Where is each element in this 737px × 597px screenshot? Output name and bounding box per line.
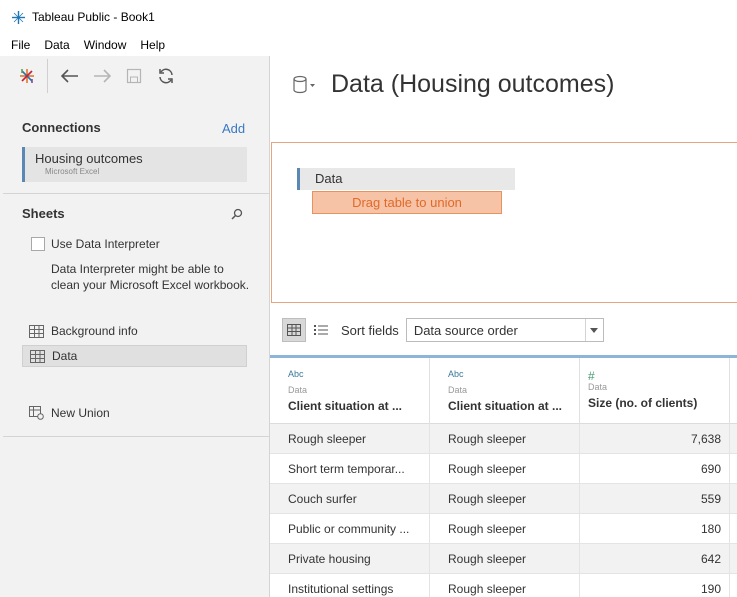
column-header[interactable]: Abc Data Client situation at ... (270, 358, 430, 424)
table-icon (30, 349, 45, 363)
sheet-label: Background info (51, 324, 138, 338)
table-row: Public or community ... Rough sleeper 18… (270, 514, 737, 544)
join-canvas[interactable]: Data Drag table to union (271, 142, 737, 303)
data-grid: Abc Data Client situation at ... Abc Dat… (270, 355, 737, 597)
table-cell: Rough sleeper (270, 424, 430, 454)
grid-header: Abc Data Client situation at ... Abc Dat… (270, 358, 737, 424)
table-row: Couch surfer Rough sleeper 559 (270, 484, 737, 514)
table-cell: Short term temporar... (270, 454, 430, 484)
table-cell: 690 (580, 454, 730, 484)
column-name: Size (no. of clients) (588, 396, 698, 410)
table-cell: Rough sleeper (430, 514, 580, 544)
sort-fields-select[interactable]: Data source order (405, 318, 604, 342)
table-row: Institutional settings Rough sleeper 190 (270, 574, 737, 597)
string-type-icon[interactable]: Abc (288, 369, 429, 381)
window-title: Tableau Public - Book1 (32, 10, 155, 24)
table-row: Private housing Rough sleeper 642 (270, 544, 737, 574)
table-cell: 190 (580, 574, 730, 597)
union-icon (29, 406, 44, 420)
new-union-item[interactable]: New Union (22, 402, 247, 424)
toolbar (0, 56, 269, 96)
data-source-dropdown-icon[interactable] (292, 75, 318, 95)
use-data-interpreter[interactable]: Use Data Interpreter (31, 237, 160, 251)
column-name: Client situation at ... (288, 399, 403, 413)
table-cell: 559 (580, 484, 730, 514)
table-cell: Rough sleeper (430, 424, 580, 454)
use-data-interpreter-label: Use Data Interpreter (51, 237, 160, 251)
table-cell: Public or community ... (270, 514, 430, 544)
right-pane: Data (Housing outcomes) Data Drag table … (270, 56, 737, 597)
sort-fields-label: Sort fields (341, 322, 399, 338)
table-cell: 7,638 (580, 424, 730, 454)
connection-housing-outcomes[interactable]: Housing outcomes Microsoft Excel (22, 147, 247, 182)
menu-file[interactable]: File (11, 38, 30, 52)
table-icon (29, 324, 44, 338)
menu-help[interactable]: Help (140, 38, 165, 52)
sheets-title: Sheets (22, 206, 65, 221)
column-source: Data (588, 382, 608, 392)
table-cell: 642 (580, 544, 730, 574)
table-cell: Private housing (270, 544, 430, 574)
canvas-table-data[interactable]: Data (297, 168, 515, 190)
refresh-icon[interactable] (150, 60, 182, 92)
search-icon[interactable] (230, 207, 244, 221)
table-cell: Rough sleeper (430, 454, 580, 484)
menu-data[interactable]: Data (44, 38, 69, 52)
divider (3, 436, 269, 437)
menu-window[interactable]: Window (84, 38, 127, 52)
sheet-label: Data (52, 349, 78, 363)
string-type-icon[interactable]: Abc (448, 369, 579, 381)
save-icon[interactable] (118, 60, 150, 92)
sheet-item-background-info[interactable]: Background info (22, 320, 247, 342)
grid-toolbar: Sort fields Data source order (270, 314, 737, 346)
connection-type: Microsoft Excel (45, 167, 100, 176)
number-type-icon[interactable]: # (588, 369, 729, 383)
page-title: Data (Housing outcomes) (331, 70, 615, 98)
tableau-logo-icon (11, 10, 26, 25)
column-source: Data (448, 385, 468, 395)
table-cell: Rough sleeper (430, 544, 580, 574)
interpreter-description: Data Interpreter might be able to clean … (51, 262, 250, 292)
toolbar-separator (47, 59, 48, 93)
connection-name: Housing outcomes (35, 151, 143, 166)
connections-title: Connections (22, 120, 101, 135)
title-bar: Tableau Public - Book1 (0, 0, 737, 34)
table-cell: Institutional settings (270, 574, 430, 597)
column-name: Client situation at ... (448, 399, 563, 413)
add-connection-link[interactable]: Add (222, 121, 245, 136)
table-row: Short term temporar... Rough sleeper 690 (270, 454, 737, 484)
grid-view-icon[interactable] (282, 318, 306, 342)
column-source: Data (288, 385, 308, 395)
table-cell: Rough sleeper (430, 574, 580, 597)
use-data-interpreter-checkbox[interactable] (31, 237, 45, 251)
union-drop-target[interactable]: Drag table to union (312, 191, 502, 214)
forward-arrow-icon[interactable] (86, 60, 118, 92)
sheet-item-data[interactable]: Data (22, 345, 247, 367)
sort-fields-value: Data source order (413, 322, 518, 338)
column-header[interactable]: Abc Data Client situation at ... (430, 358, 580, 424)
column-header[interactable]: # Data Size (no. of clients) (580, 358, 730, 424)
table-cell: Rough sleeper (430, 484, 580, 514)
table-cell: 180 (580, 514, 730, 544)
tableau-home-icon[interactable] (11, 60, 43, 92)
table-cell: Couch surfer (270, 484, 430, 514)
list-view-icon[interactable] (309, 318, 333, 342)
new-union-label: New Union (51, 406, 110, 420)
divider (3, 193, 269, 194)
table-row: Rough sleeper Rough sleeper 7,638 (270, 424, 737, 454)
left-pane: Connections Add Housing outcomes Microso… (0, 56, 270, 597)
chevron-down-icon[interactable] (584, 319, 603, 341)
menu-bar: File Data Window Help (0, 34, 737, 56)
back-arrow-icon[interactable] (54, 60, 86, 92)
